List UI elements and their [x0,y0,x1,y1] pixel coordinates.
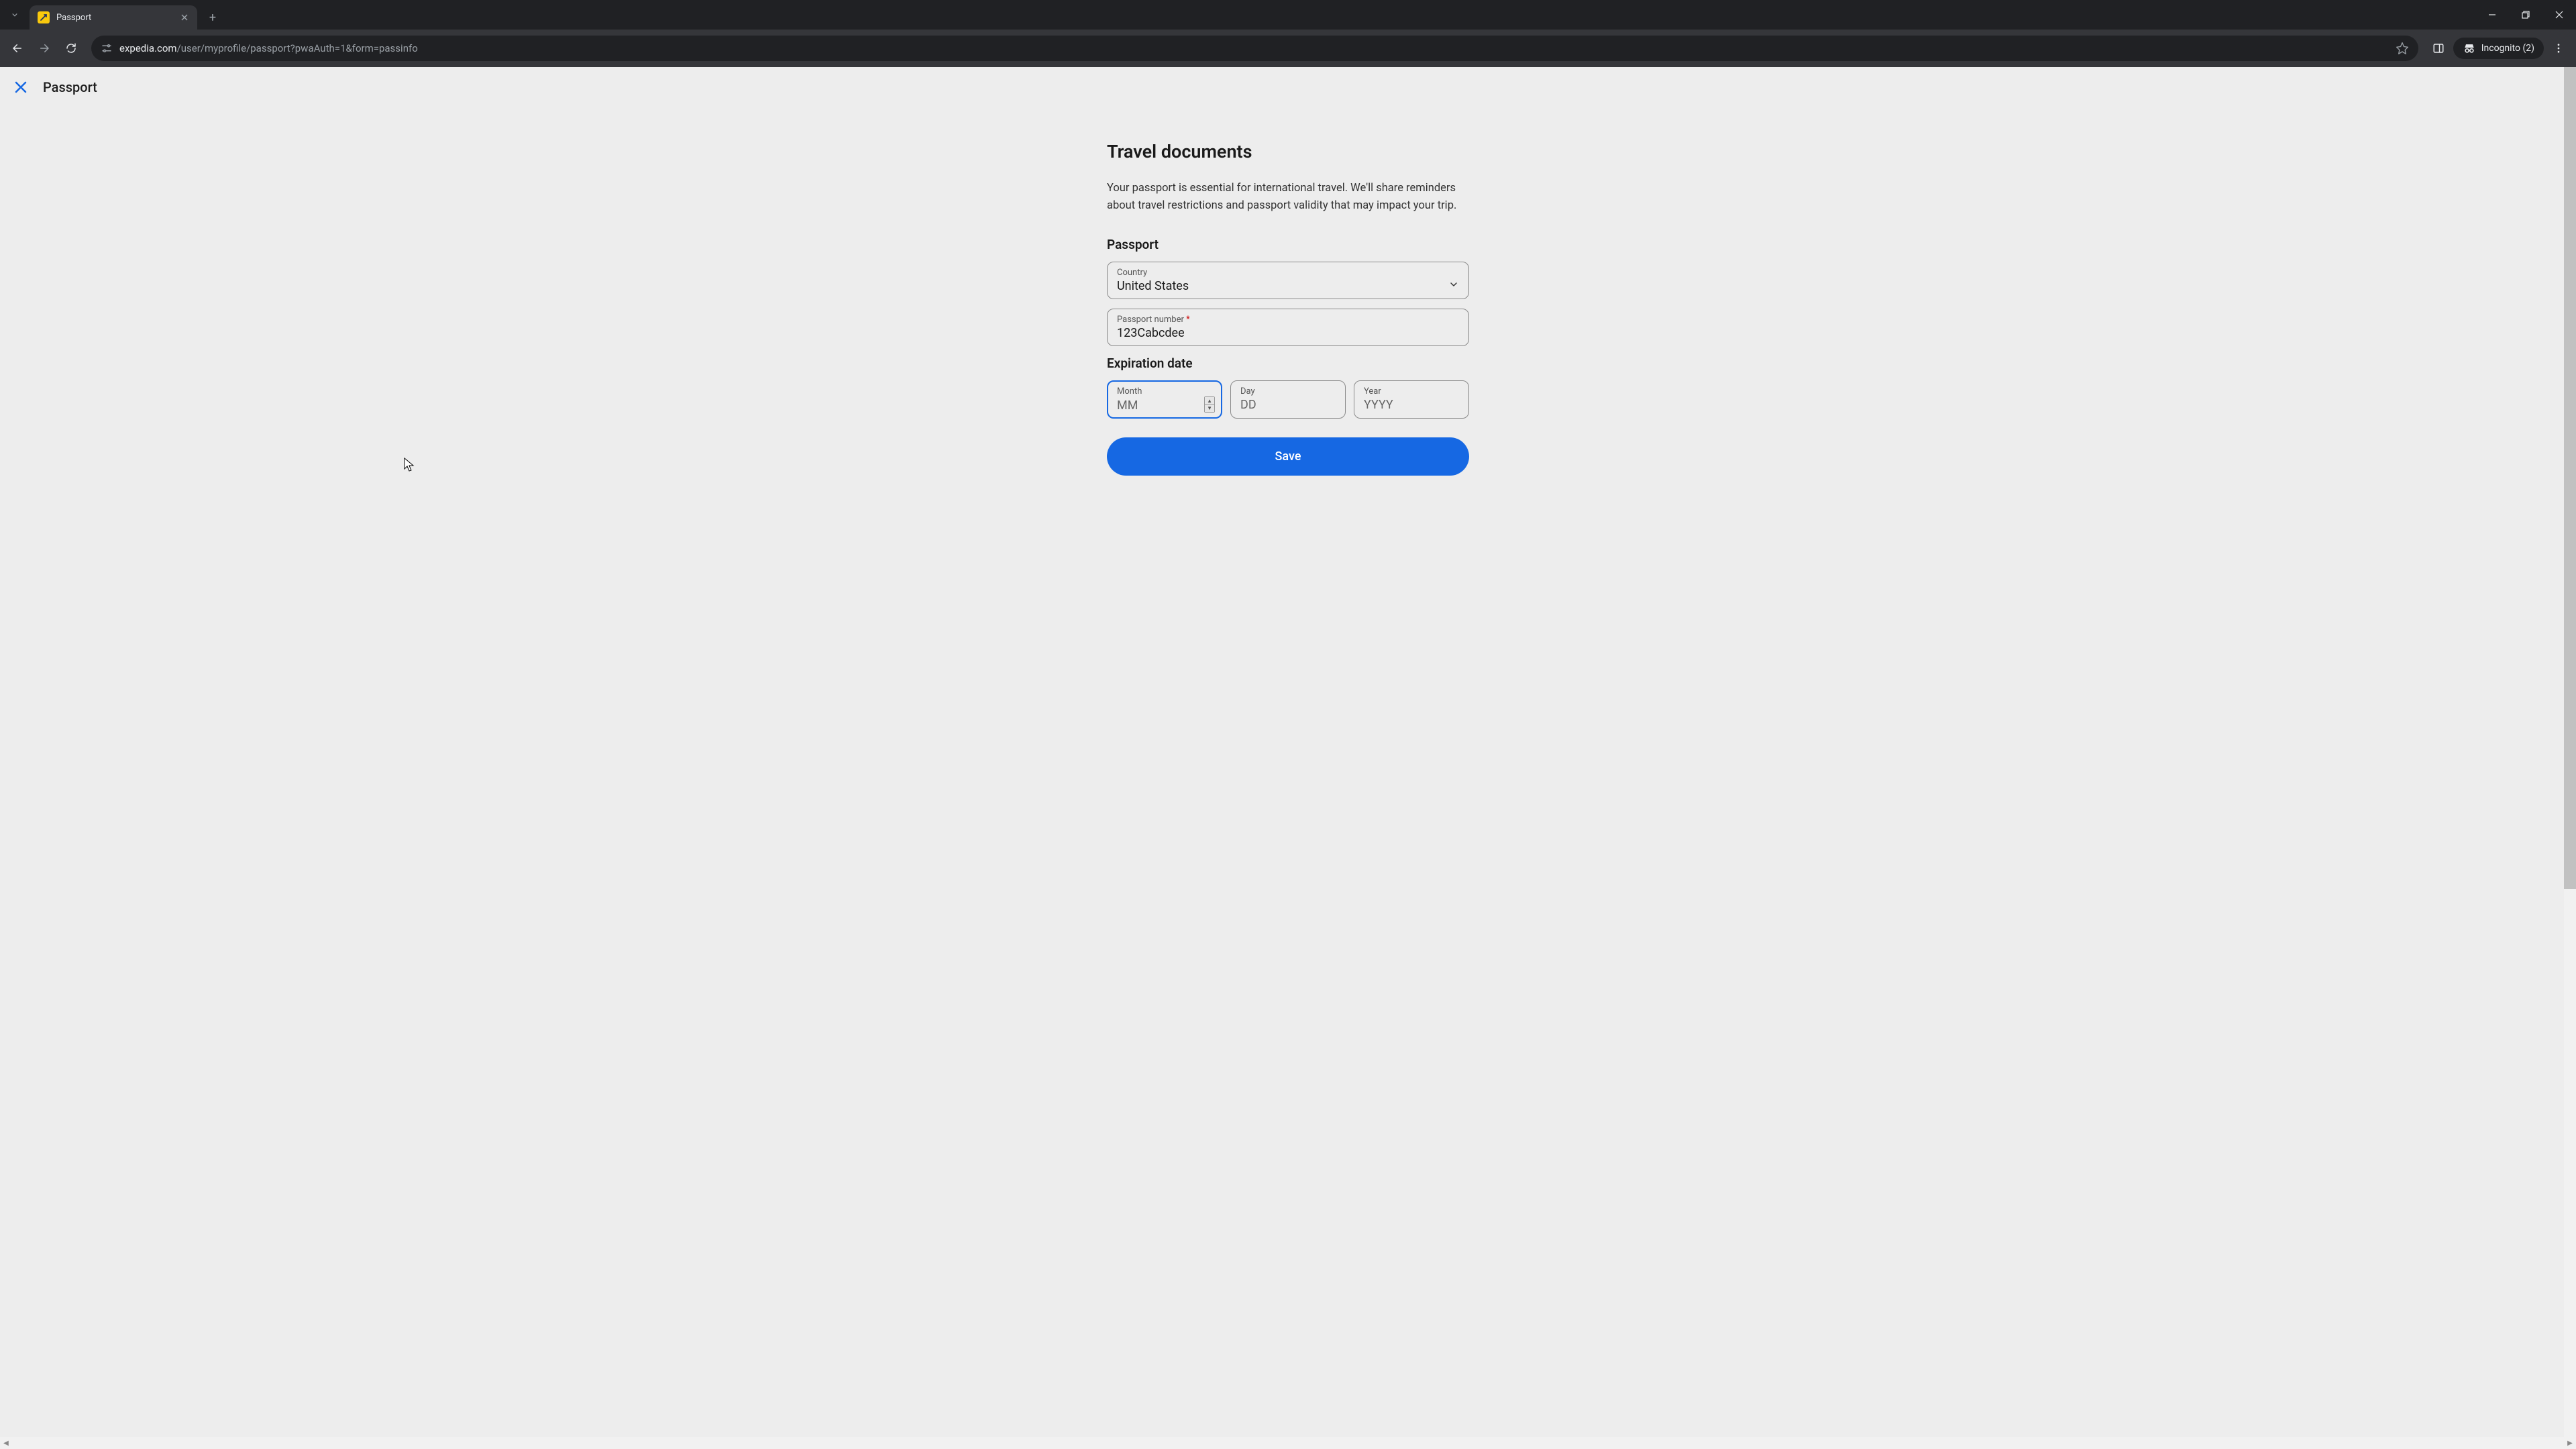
passport-number-input[interactable] [1117,325,1459,340]
scroll-right-arrow[interactable]: ▶ [2564,1437,2576,1449]
close-window-button[interactable] [2542,0,2576,30]
minimize-button[interactable] [2475,0,2509,30]
passport-number-label: Passport number * [1117,315,1459,325]
browser-tab[interactable]: Passport [30,5,197,30]
day-label: Day [1240,386,1338,396]
month-field[interactable]: Month ▲ ▼ [1107,380,1222,419]
vertical-scrollbar[interactable] [2564,67,2576,1437]
new-tab-button[interactable]: + [203,7,223,28]
expiration-section-label: Expiration date [1107,356,1469,371]
minimize-icon [2488,11,2496,19]
horizontal-scrollbar[interactable]: ◀ ▶ [0,1437,2576,1449]
month-step-up[interactable]: ▲ [1205,397,1214,405]
close-icon [181,14,188,21]
tab-close-button[interactable] [178,11,191,23]
month-spinner: ▲ ▼ [1204,396,1215,413]
scroll-left-arrow[interactable]: ◀ [0,1437,12,1449]
incognito-icon [2463,42,2476,55]
expedia-favicon [38,11,50,23]
day-input[interactable] [1240,396,1338,412]
maximize-icon [2522,11,2530,19]
address-bar[interactable]: expedia.com/user/myprofile/passport?pwaA… [91,36,2418,61]
site-info-button[interactable] [101,42,113,54]
incognito-indicator[interactable]: Incognito (2) [2453,38,2544,59]
country-value: United States [1117,278,1448,293]
arrow-right-icon [38,42,50,54]
side-panel-icon [2432,42,2445,54]
url-text: expedia.com/user/myprofile/passport?pwaA… [119,42,2389,54]
close-icon [14,80,28,94]
browser-menu-button[interactable] [2546,36,2571,60]
chevron-down-icon [10,10,19,19]
form-content: Travel documents Your passport is essent… [1107,141,1469,476]
passport-section-label: Passport [1107,237,1469,252]
browser-toolbar: expedia.com/user/myprofile/passport?pwaA… [0,30,2576,67]
year-field[interactable]: Year [1354,380,1469,419]
arrow-left-icon [11,42,23,54]
kebab-icon [2553,42,2565,54]
page-header-title: Passport [43,79,97,95]
close-icon [2555,11,2563,19]
maximize-button[interactable] [2509,0,2542,30]
page-header: Passport [0,67,2576,107]
page-viewport: Passport Travel documents Your passport … [0,67,2576,1449]
month-label: Month [1117,386,1215,396]
forward-button[interactable] [32,36,56,60]
month-step-down[interactable]: ▼ [1205,405,1214,412]
passport-number-field[interactable]: Passport number * [1107,309,1469,346]
reload-button[interactable] [59,36,83,60]
back-button[interactable] [5,36,30,60]
side-panel-button[interactable] [2426,36,2451,60]
save-button[interactable]: Save [1107,437,1469,476]
country-select[interactable]: Country United States [1107,262,1469,299]
incognito-label: Incognito (2) [2481,43,2534,54]
bookmark-button[interactable] [2396,42,2409,55]
tab-title: Passport [56,13,172,23]
month-input[interactable] [1117,397,1201,413]
mouse-cursor [404,458,416,472]
star-icon [2396,42,2409,55]
window-controls [2475,0,2576,30]
tune-icon [101,42,113,54]
year-input[interactable] [1364,396,1462,412]
scrollbar-thumb[interactable] [2564,67,2576,889]
titlebar: Passport + [0,0,2576,30]
close-page-button[interactable] [13,80,28,95]
page-subtext: Your passport is essential for internati… [1107,180,1469,214]
page-title: Travel documents [1107,141,1469,162]
tab-search-dropdown[interactable] [0,0,30,30]
country-label: Country [1117,268,1459,278]
chevron-down-icon [1448,279,1459,292]
day-field[interactable]: Day [1230,380,1346,419]
year-label: Year [1364,386,1462,396]
reload-icon [65,42,77,54]
